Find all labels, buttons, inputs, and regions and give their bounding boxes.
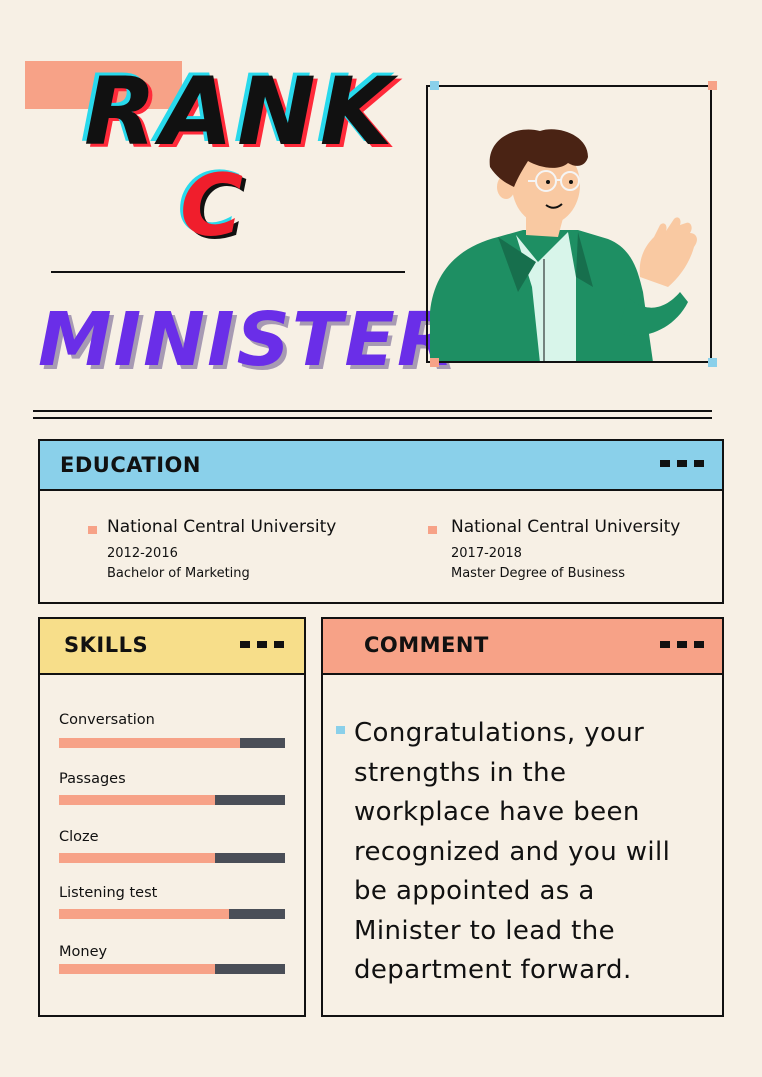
menu-dots-icon (660, 460, 704, 467)
menu-dots-icon (660, 641, 704, 648)
avatar (430, 129, 697, 361)
rank-heading: RANK (84, 58, 397, 167)
skill-progress-fill (59, 738, 240, 748)
skill-progress-bar (59, 909, 285, 919)
title-divider (51, 271, 405, 273)
education-title: EDUCATION (60, 453, 201, 477)
skill-label: Passages (59, 771, 126, 787)
skills-header: SKILLS (40, 619, 304, 675)
bullet-square-icon (336, 726, 345, 734)
skill-progress-bar (59, 795, 285, 805)
skills-title: SKILLS (64, 633, 149, 657)
skill-progress-fill (59, 909, 229, 919)
bullet-square-icon (428, 526, 437, 534)
education-degree: Master Degree of Business (451, 566, 625, 581)
skill-label: Money (59, 944, 108, 960)
rank-letter: C (180, 156, 244, 256)
section-divider-top (33, 410, 712, 412)
corner-marker (708, 358, 717, 367)
comment-header: COMMENT (323, 619, 722, 675)
comment-text: Congratulations, your strengths in the w… (354, 718, 671, 985)
section-divider-bottom (33, 417, 712, 419)
education-panel: EDUCATION National Central University 20… (38, 439, 724, 604)
skill-label: Listening test (59, 885, 158, 901)
skill-progress-bar (59, 853, 285, 863)
skill-progress-fill (59, 964, 215, 974)
corner-marker (708, 81, 717, 90)
skill-progress-fill (59, 795, 215, 805)
bullet-square-icon (88, 526, 97, 534)
education-degree: Bachelor of Marketing (107, 566, 250, 581)
education-years: 2012-2016 (107, 546, 178, 561)
skill-label: Cloze (59, 829, 99, 845)
education-header: EDUCATION (40, 441, 722, 491)
portrait-frame (426, 85, 712, 363)
skill-progress-fill (59, 853, 215, 863)
education-school: National Central University (107, 517, 337, 537)
skill-progress-bar (59, 964, 285, 974)
corner-marker (430, 358, 439, 367)
skill-label: Conversation (59, 712, 155, 728)
skill-progress-bar (59, 738, 285, 748)
comment-title: COMMENT (364, 633, 489, 657)
skills-panel: SKILLS Conversation Passages Cloze Listenin… (38, 617, 306, 1017)
education-years: 2017-2018 (451, 546, 522, 561)
corner-marker (430, 81, 439, 90)
role-heading: MINISTER (38, 297, 456, 383)
menu-dots-icon (240, 641, 284, 648)
education-school: National Central University (451, 517, 681, 537)
